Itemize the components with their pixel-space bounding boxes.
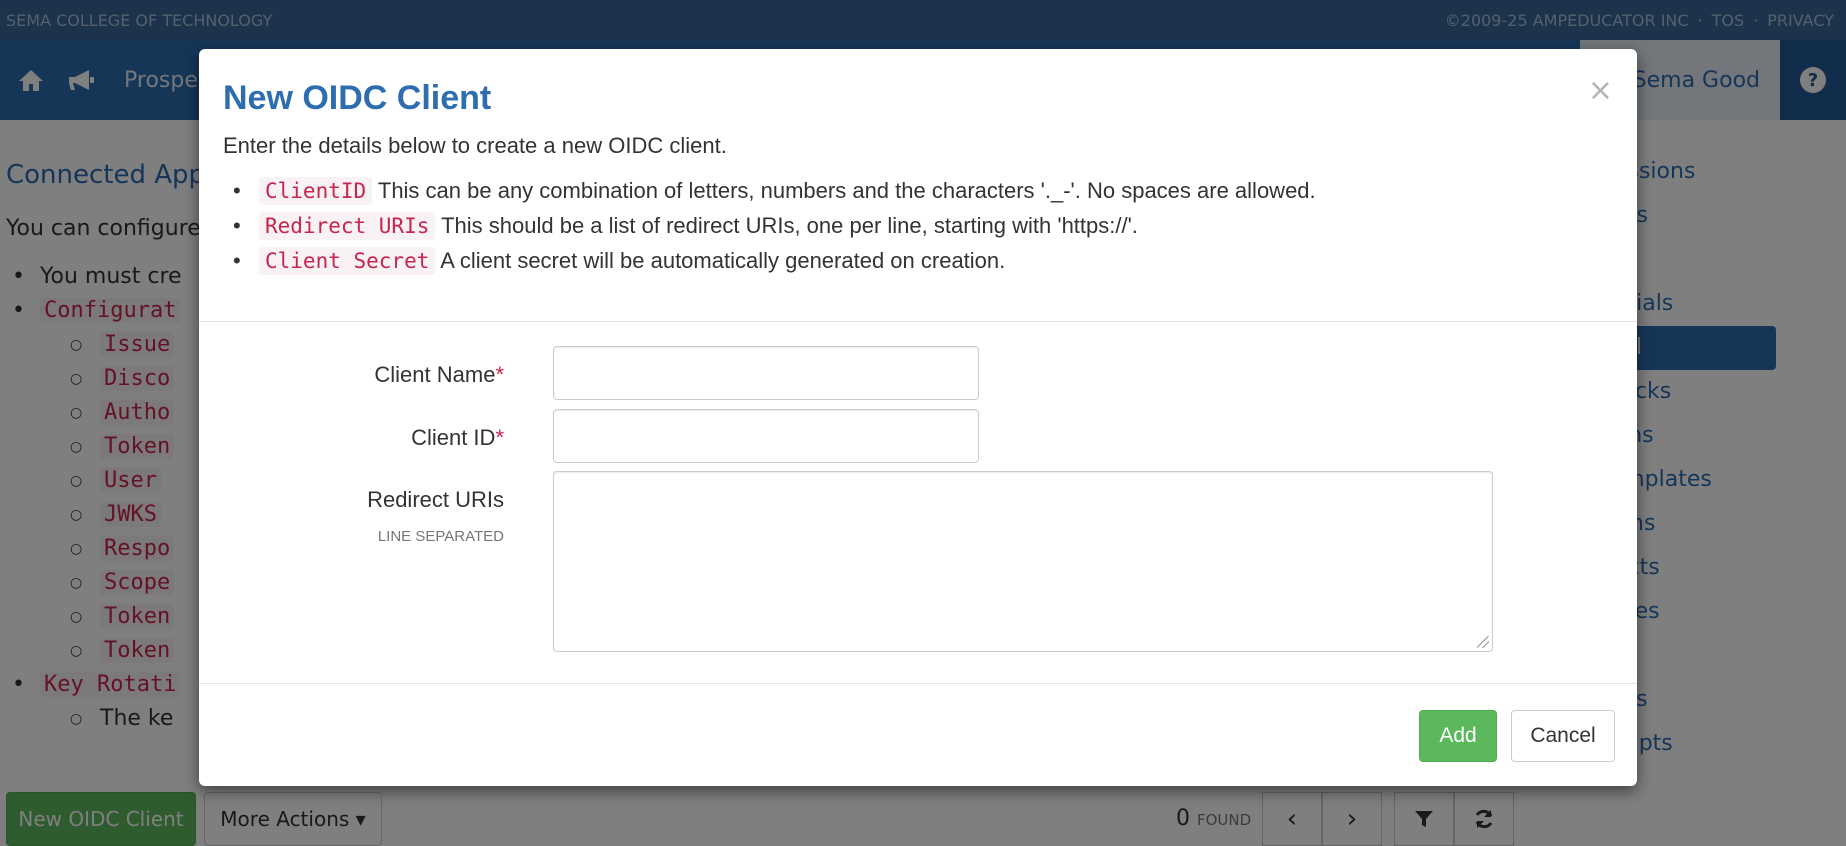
client-secret-code: Client Secret bbox=[259, 247, 436, 275]
client-name-input[interactable] bbox=[553, 346, 979, 400]
new-oidc-client-dialog: New OIDC Client × Enter the details belo… bbox=[199, 49, 1637, 786]
close-icon[interactable]: × bbox=[1588, 73, 1613, 108]
redirect-uris-help: LINE SEPARATED bbox=[377, 528, 504, 545]
client-id-label: Client ID* bbox=[411, 425, 504, 450]
modal-intro: Enter the details below to create a new … bbox=[223, 133, 727, 158]
add-button[interactable]: Add bbox=[1419, 710, 1497, 762]
client-id-input[interactable] bbox=[553, 409, 979, 463]
client-secret-desc: A client secret will be automatically ge… bbox=[440, 248, 1006, 273]
list-item: ClientID This can be any combination of … bbox=[233, 173, 1316, 208]
list-item: Client Secret A client secret will be au… bbox=[233, 243, 1316, 278]
divider bbox=[199, 683, 1637, 684]
modal-title: New OIDC Client bbox=[223, 79, 492, 117]
modal-info-list: ClientID This can be any combination of … bbox=[233, 173, 1316, 278]
cancel-button[interactable]: Cancel bbox=[1511, 710, 1615, 762]
resize-handle-icon[interactable] bbox=[1477, 636, 1489, 648]
clientid-desc: This can be any combination of letters, … bbox=[377, 178, 1316, 203]
client-name-label: Client Name* bbox=[374, 362, 504, 387]
redirect-uris-label: Redirect URIs bbox=[367, 487, 504, 512]
list-item: Redirect URIs This should be a list of r… bbox=[233, 208, 1316, 243]
redirect-uris-textarea[interactable] bbox=[553, 471, 1493, 652]
redirect-uris-desc: This should be a list of redirect URIs, … bbox=[441, 213, 1138, 238]
clientid-code: ClientID bbox=[259, 177, 373, 205]
divider bbox=[199, 321, 1637, 322]
redirect-uris-code: Redirect URIs bbox=[259, 212, 436, 240]
